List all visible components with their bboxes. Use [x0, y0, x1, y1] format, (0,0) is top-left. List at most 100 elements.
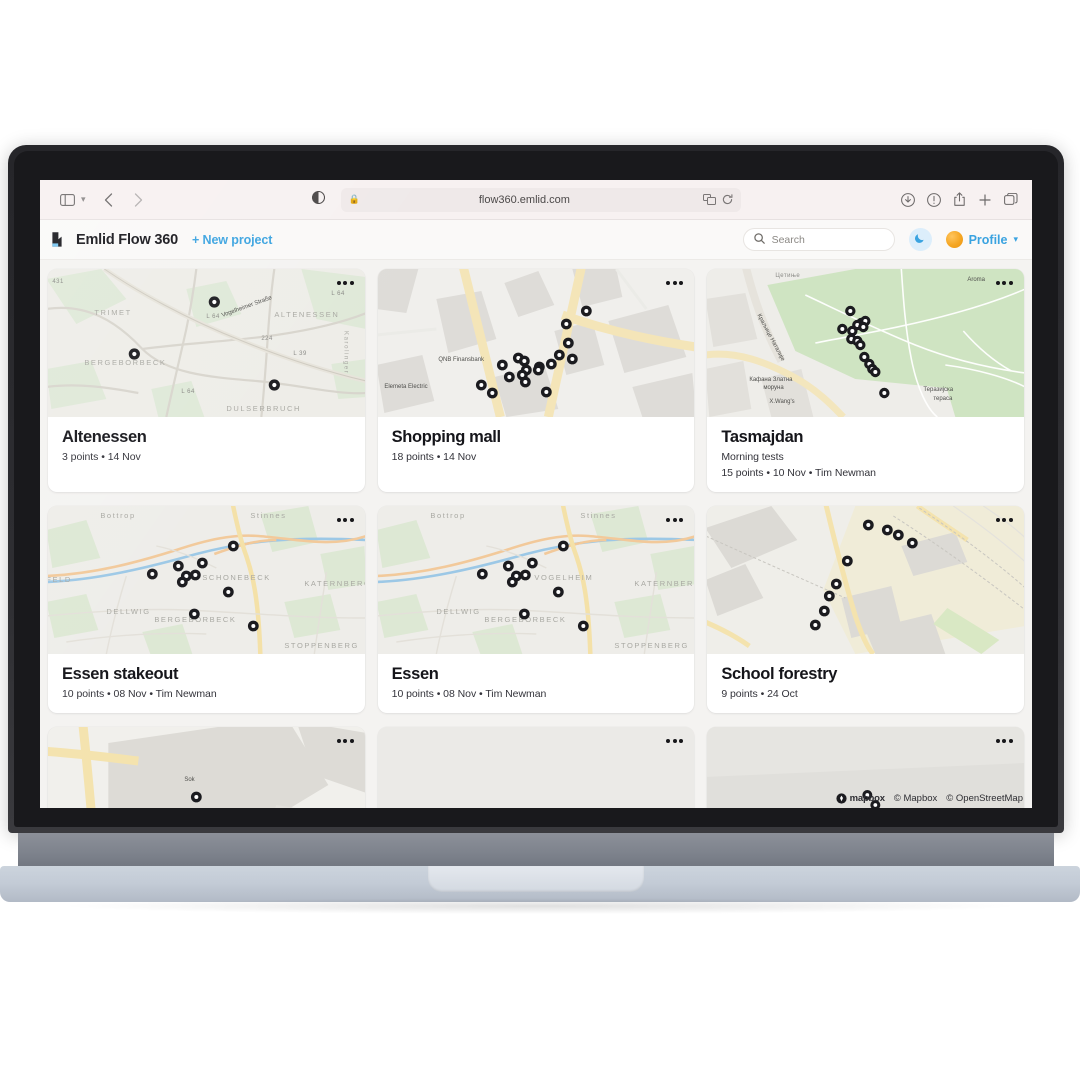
card-menu-ellipsis-icon[interactable] — [994, 277, 1015, 289]
svg-text:тераса: тераса — [934, 396, 954, 402]
theme-toggle-button[interactable] — [908, 228, 932, 251]
project-card-essen-stakeout[interactable]: Bottrop Stinnes SCHONEBECK KATERNBERG DE… — [48, 505, 365, 713]
project-map-preview[interactable] — [377, 726, 695, 808]
card-menu-ellipsis-icon[interactable] — [994, 514, 1015, 526]
svg-text:TRIMET: TRIMET — [94, 308, 132, 317]
svg-text:Elemeta Electric: Elemeta Electric — [384, 384, 427, 390]
card-title: Shopping mall — [391, 428, 501, 446]
url-text: flow360.emlid.com — [478, 193, 570, 206]
svg-text:DELLWIG: DELLWIG — [436, 607, 480, 616]
card-body: Essen 10 points • 08 Nov • Tim Newman — [378, 654, 695, 713]
svg-text:Цетиње: Цетиње — [776, 273, 801, 279]
project-map-preview[interactable]: Bottrop Stinnes SCHONEBECK KATERNBERG DE… — [48, 505, 365, 654]
laptop-screen: ▾ 🔒 flow360.emlid.com Emlid Flow 360 + N… — [40, 180, 1032, 808]
svg-text:X.Wang's: X.Wang's — [770, 399, 795, 405]
card-menu-ellipsis-icon[interactable] — [335, 735, 356, 747]
new-tab-icon[interactable] — [978, 193, 992, 207]
project-card-school-forestry[interactable]: School forestry 9 points • 24 Oct — [707, 505, 1024, 713]
card-menu-ellipsis-icon[interactable] — [664, 514, 685, 526]
svg-text:L 64: L 64 — [206, 314, 220, 320]
emlid-logo-icon — [50, 230, 69, 249]
svg-text:DULSERBRUCH: DULSERBRUCH — [226, 404, 301, 413]
osm-attribution-link[interactable]: © OpenStreetMap — [946, 793, 1023, 804]
svg-text:Stinnes: Stinnes — [250, 511, 286, 520]
svg-text:STOPPENBERG: STOPPENBERG — [614, 641, 689, 650]
card-title: School forestry — [721, 664, 838, 683]
svg-text:STOPPENBERG: STOPPENBERG — [284, 641, 359, 650]
svg-text:SCHONEBECK: SCHONEBECK — [202, 573, 271, 582]
tab-overview-icon[interactable] — [1004, 192, 1018, 207]
browser-toolbar: ▾ 🔒 flow360.emlid.com — [40, 180, 1032, 220]
card-body: Shopping mall 18 points • 14 Nov — [378, 417, 695, 476]
svg-text:224: 224 — [261, 336, 273, 342]
project-card-partial-2[interactable] — [377, 726, 695, 808]
project-map-preview[interactable]: QNB Finansbank Elemeta Electric — [377, 269, 695, 417]
svg-text:Кафана Златна: Кафана Златна — [750, 377, 794, 383]
svg-text:моруна: моруна — [764, 385, 785, 391]
back-button[interactable] — [96, 188, 122, 212]
downloads-icon[interactable] — [901, 192, 915, 207]
card-meta: 15 points • 10 Nov • Tim Newman — [721, 466, 876, 479]
reload-icon[interactable] — [722, 194, 733, 205]
extensions-icon[interactable] — [702, 194, 716, 205]
projects-grid-area[interactable]: 431 L 64 224 L 39 L 64 L 64 Vogelheimer … — [40, 260, 1032, 808]
laptop-base-notch — [428, 866, 644, 892]
project-map-preview[interactable]: 431 L 64 224 L 39 L 64 L 64 Vogelheimer … — [48, 269, 365, 417]
card-title: Essen stakeout — [62, 664, 179, 683]
svg-text:ALTENESSEN: ALTENESSEN — [274, 310, 339, 319]
svg-text:Aroma: Aroma — [968, 277, 986, 283]
project-card-altenessen[interactable]: 431 L 64 224 L 39 L 64 L 64 Vogelheimer … — [48, 269, 365, 492]
share-icon[interactable] — [953, 192, 966, 207]
project-map-preview[interactable]: Sok — [48, 726, 365, 808]
url-bar[interactable]: 🔒 flow360.emlid.com — [340, 187, 741, 212]
map-attribution: mapbox © Mapbox © OpenStreetMap — [836, 793, 1023, 804]
svg-text:KATERNBERG: KATERNBERG — [304, 579, 364, 588]
card-body: Altenessen 3 points • 14 Nov — [48, 417, 365, 476]
svg-text:QNB Finansbank: QNB Finansbank — [438, 357, 485, 363]
svg-text:VOGELHEIM: VOGELHEIM — [534, 573, 593, 582]
svg-text:431: 431 — [52, 279, 64, 285]
card-menu-ellipsis-icon[interactable] — [335, 514, 356, 526]
card-meta: 9 points • 24 Oct — [721, 687, 798, 700]
card-meta: 10 points • 08 Nov • Tim Newman — [62, 687, 217, 700]
project-card-shopping-mall[interactable]: QNB Finansbank Elemeta Electric Shopping… — [377, 269, 695, 492]
profile-menu[interactable]: Profile ▾ — [945, 231, 1018, 248]
svg-text:FELD: FELD — [48, 575, 72, 584]
brand[interactable]: Emlid Flow 360 — [50, 230, 178, 249]
svg-text:Теразијска: Теразијска — [924, 387, 954, 393]
profile-label: Profile — [968, 232, 1008, 247]
project-card-tasmajdan[interactable]: Краљице Наталије Aroma Кафана Златна мор… — [707, 269, 1024, 492]
brand-name: Emlid Flow 360 — [76, 231, 178, 248]
card-menu-ellipsis-icon[interactable] — [994, 735, 1015, 747]
sidebar-toggle-icon[interactable] — [54, 188, 80, 212]
svg-text:Bottrop: Bottrop — [100, 511, 135, 520]
project-map-preview[interactable] — [707, 505, 1024, 654]
svg-text:L 39: L 39 — [293, 351, 307, 357]
new-project-button[interactable]: + New project — [192, 233, 272, 247]
card-title: Essen — [391, 664, 439, 683]
card-body: School forestry 9 points • 24 Oct — [707, 654, 1024, 713]
svg-text:Bottrop: Bottrop — [430, 511, 465, 520]
svg-text:Karolinger: Karolinger — [342, 331, 348, 374]
laptop-shadow — [70, 898, 1010, 914]
forward-button[interactable] — [126, 188, 152, 212]
card-menu-ellipsis-icon[interactable] — [664, 735, 685, 747]
card-menu-ellipsis-icon[interactable] — [664, 277, 685, 289]
project-card-essen[interactable]: Bottrop Stinnes VOGELHEIM KATERNBERG DEL… — [377, 505, 695, 713]
card-meta: 3 points • 14 Nov — [62, 450, 141, 463]
project-map-preview[interactable]: Краљице Наталије Aroma Кафана Златна мор… — [707, 269, 1024, 417]
card-body: Tasmajdan Morning tests 15 points • 10 N… — [707, 417, 1024, 492]
project-card-partial-1[interactable]: Sok — [48, 726, 365, 808]
mapbox-attribution-link[interactable]: © Mapbox — [894, 793, 937, 804]
project-map-preview[interactable]: Bottrop Stinnes VOGELHEIM KATERNBERG DEL… — [377, 505, 695, 654]
mapbox-logo-icon[interactable]: mapbox — [836, 793, 885, 804]
card-meta: 10 points • 08 Nov • Tim Newman — [391, 687, 547, 700]
reader-mode-icon[interactable] — [311, 190, 325, 209]
laptop-mockup: ▾ 🔒 flow360.emlid.com Emlid Flow 360 + N… — [0, 0, 1080, 1080]
card-title: Altenessen — [62, 428, 147, 446]
info-icon[interactable] — [927, 192, 941, 207]
search-input[interactable]: Search — [742, 228, 895, 251]
card-title: Tasmajdan — [721, 428, 804, 446]
card-menu-ellipsis-icon[interactable] — [335, 277, 356, 289]
sidebar-chevron-down-icon[interactable]: ▾ — [81, 194, 86, 205]
